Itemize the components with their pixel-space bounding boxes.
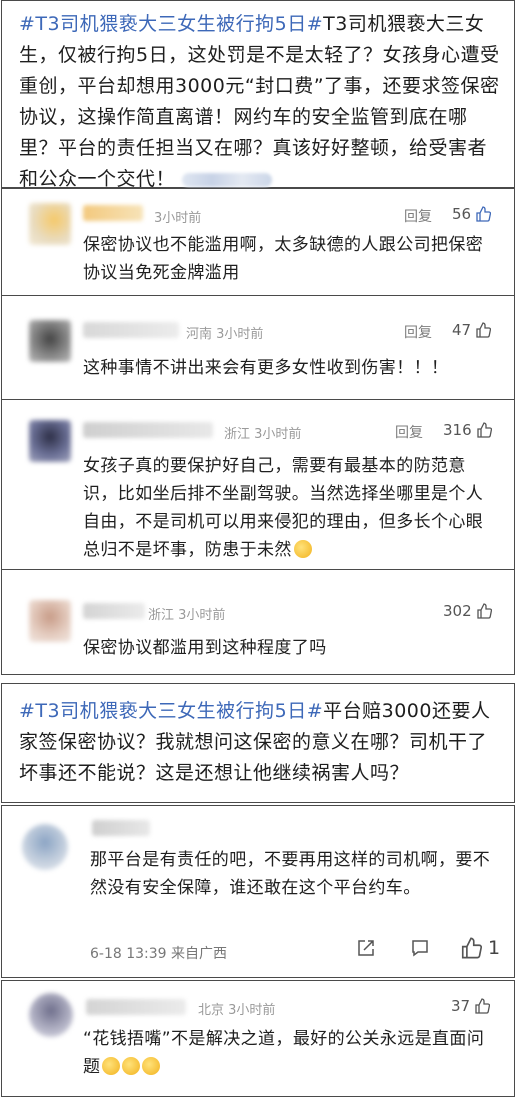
username[interactable] — [83, 422, 213, 438]
blurred-link[interactable] — [181, 172, 272, 187]
thumbs-up-icon — [476, 603, 492, 619]
like-count: 302 — [443, 602, 472, 620]
reply-button[interactable]: 回复 — [395, 422, 423, 442]
comment-time: 3小时前 — [254, 427, 302, 442]
reply-button[interactable]: 回复 — [404, 322, 432, 342]
hashtag-link[interactable]: #T3司机猥亵大三女生被行拘5日# — [19, 13, 323, 35]
like-button[interactable]: 1 — [460, 937, 500, 959]
post-text: T3司机猥亵大三女生，仅被行拘5日，这处罚是不是太轻了？女孩身心遭受重创，平台却… — [19, 13, 500, 190]
comment-location: 北京 — [198, 1003, 225, 1018]
like-button[interactable]: 47 — [452, 321, 492, 339]
username[interactable] — [83, 603, 145, 619]
comment-text-body: 女孩子真的要保护好自己，需要有最基本的防范意识，比如坐后排不坐副驾驶。当然选择坐… — [83, 456, 484, 560]
like-button[interactable]: 56 — [452, 205, 492, 223]
like-count: 56 — [452, 205, 472, 223]
comment-icon — [412, 940, 428, 957]
avatar[interactable] — [29, 420, 71, 462]
comment-text: 那平台是有责任的吧，不要再用这样的司机啊，要不然没有安全保障，谁还敢在这个平台约… — [90, 850, 491, 898]
username[interactable] — [86, 999, 186, 1015]
comment-time: 3小时前 — [228, 1003, 276, 1018]
comment-location: 浙江 — [224, 427, 251, 442]
like-count: 37 — [451, 997, 471, 1015]
post-card-1: #T3司机猥亵大三女生被行拘5日#T3司机猥亵大三女生，仅被行拘5日，这处罚是不… — [1, 0, 515, 190]
post-body: #T3司机猥亵大三女生被行拘5日#平台赔3000还要人家签保密协议？我就想问这保… — [2, 684, 514, 797]
comment-location-time: 北京 3小时前 — [198, 999, 275, 1018]
comment-card-6: 北京 3小时前 37 “花钱捂嘴”不是解决之道，最好的公关永远是直面问题 — [1, 980, 515, 1097]
comment-item: 浙江 3小时前 302 保密协议都滥用到这种程度了吗 — [2, 570, 514, 675]
thumbs-up-icon — [476, 206, 492, 222]
avatar[interactable] — [29, 993, 73, 1037]
like-button[interactable]: 37 — [451, 997, 491, 1015]
comment-text: 女孩子真的要保护好自己，需要有最基本的防范意识，比如坐后排不坐副驾驶。当然选择坐… — [83, 452, 496, 564]
reply-button[interactable]: 回复 — [404, 206, 432, 226]
avatar[interactable] — [29, 203, 71, 245]
comment-text: 保密协议都滥用到这种程度了吗 — [83, 638, 327, 658]
emoji-icon — [293, 540, 312, 558]
comment-text: 这种事情不讲出来会有更多女性收到伤害！！！ — [83, 358, 449, 378]
emoji-icon — [102, 1057, 121, 1075]
like-button[interactable]: 302 — [443, 602, 492, 620]
thumbs-up-icon — [461, 937, 482, 959]
post-body: #T3司机猥亵大三女生被行拘5日#T3司机猥亵大三女生，仅被行拘5日，这处罚是不… — [2, 1, 514, 203]
comment-time: 3小时前 — [178, 608, 226, 623]
thumbs-up-icon — [476, 322, 492, 338]
comment-date: 6-18 13:39 — [90, 946, 167, 962]
comment-card-5: 那平台是有责任的吧，不要再用这样的司机啊，要不然没有安全保障，谁还敢在这个平台约… — [1, 805, 515, 978]
comment-location-time: 浙江 3小时前 — [148, 604, 225, 623]
comment-location-time: 河南 3小时前 — [186, 323, 263, 342]
comment-button[interactable] — [410, 938, 430, 958]
emoji-icon — [142, 1057, 161, 1075]
like-count: 1 — [488, 937, 501, 959]
thumbs-up-icon — [476, 422, 492, 438]
post-card-2: #T3司机猥亵大三女生被行拘5日#平台赔3000还要人家签保密协议？我就想问这保… — [1, 683, 515, 803]
comment-time: 3小时前 — [154, 211, 202, 226]
username[interactable] — [92, 820, 150, 836]
like-button[interactable]: 316 — [443, 421, 492, 439]
comment-location: 河南 — [186, 327, 213, 342]
share-icon — [358, 940, 374, 956]
comment-location-time: 浙江 3小时前 — [224, 423, 301, 442]
comment-date-source: 6-18 13:39 来自广西 — [90, 943, 227, 963]
thumbs-up-icon — [475, 998, 491, 1014]
avatar[interactable] — [29, 600, 71, 642]
avatar[interactable] — [22, 824, 68, 870]
share-button[interactable] — [356, 938, 376, 958]
like-count: 316 — [443, 421, 472, 439]
hashtag-link[interactable]: #T3司机猥亵大三女生被行拘5日# — [19, 700, 323, 722]
comment-location: 浙江 — [148, 608, 175, 623]
comments-card: 3小时前 回复 56 保密协议也不能滥用啊，太多缺德的人跟公司把保密协议当免死金… — [1, 188, 515, 675]
avatar[interactable] — [29, 320, 71, 362]
emoji-icon — [122, 1057, 141, 1075]
username[interactable] — [83, 322, 179, 338]
comment-item: 浙江 3小时前 回复 316 女孩子真的要保护好自己，需要有最基本的防范意识，比… — [2, 400, 514, 570]
comment-text: 保密协议也不能滥用啊，太多缺德的人跟公司把保密协议当免死金牌滥用 — [83, 235, 484, 283]
username[interactable] — [83, 205, 143, 221]
like-count: 47 — [452, 321, 472, 339]
comment-item: 河南 3小时前 回复 47 这种事情不讲出来会有更多女性收到伤害！！！ — [2, 296, 514, 400]
comment-item: 3小时前 回复 56 保密协议也不能滥用啊，太多缺德的人跟公司把保密协议当免死金… — [2, 189, 514, 296]
comment-text: “花钱捂嘴”不是解决之道，最好的公关永远是直面问题 — [83, 1025, 496, 1081]
comment-time: 3小时前 — [216, 327, 264, 342]
comment-source: 来自广西 — [171, 946, 228, 962]
